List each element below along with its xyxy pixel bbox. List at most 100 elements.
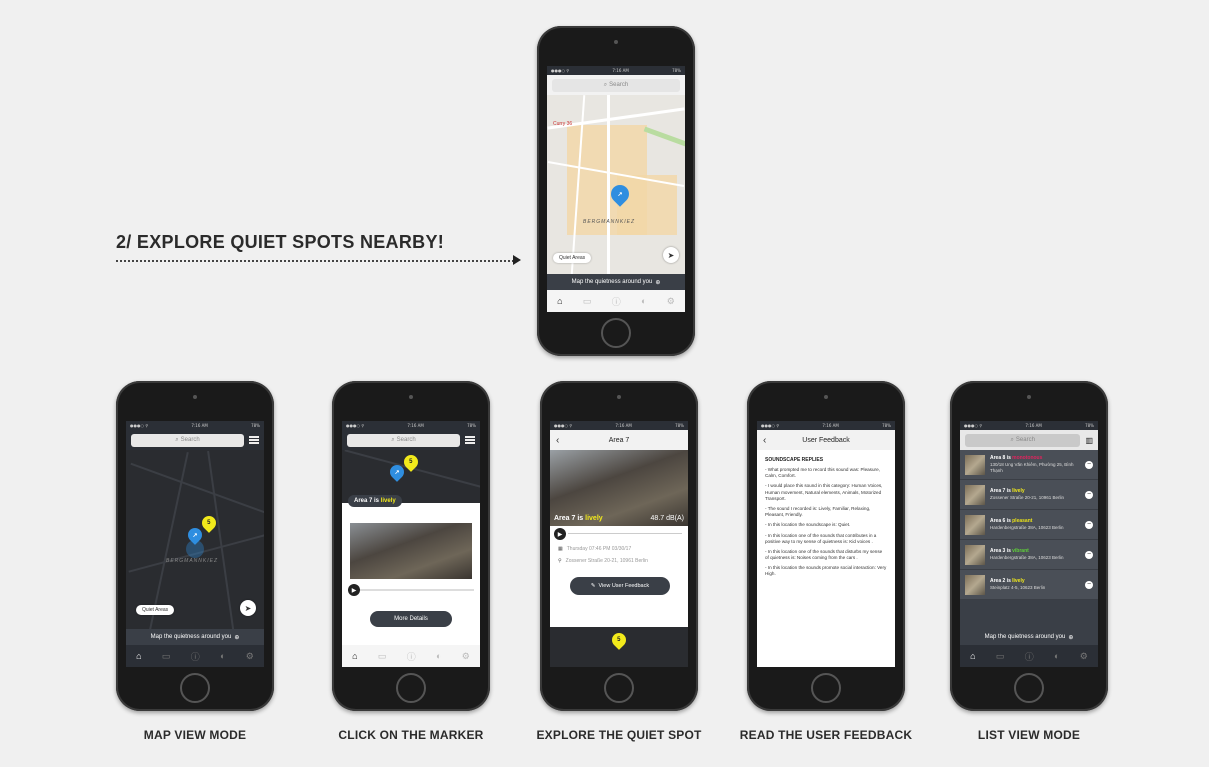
phone-home-button [396,673,426,703]
info-icon[interactable]: ⓘ [612,295,621,308]
feedback-line: - The sound I recorded is: Lively, Famil… [765,505,871,518]
section-headline: 2/ EXPLORE QUIET SPOTS NEARBY! [116,232,445,252]
map-marker-yellow[interactable]: 5 [609,630,629,650]
back-icon[interactable]: ‹ [763,435,766,446]
home-icon[interactable]: ⌂ [557,296,562,306]
remove-icon[interactable]: − [1085,460,1093,469]
info-icon[interactable]: ⓘ [1025,650,1034,663]
settings-icon[interactable]: ⚙ [462,651,470,662]
list-item-text: Area 3 is vibrant Hardenbergstraße 38A, 1… [990,548,1064,560]
tab-bar: ⌂ ▭ ⓘ ◐ ⚙ [126,645,264,667]
back-icon[interactable]: ‹ [556,435,559,446]
settings-icon[interactable]: ⚙ [667,296,675,307]
phone-top-map: ●●●○ ⚲ 7:16 AM 78% ⌕ Search Curry 36 BERGMA… [537,26,695,356]
remove-icon[interactable]: − [1085,520,1093,529]
area-thumbnail [965,574,985,595]
search-input[interactable]: ⌕ Search [347,433,460,447]
search-icon: ⌕ [175,436,179,443]
map-area[interactable]: BERGMANNKIEZ 5 ↗ Quiet Areas ➤ [126,450,264,629]
settings-icon[interactable]: ⚙ [246,651,254,662]
quiet-areas-button[interactable]: Quiet Areas [553,253,592,263]
remove-icon[interactable]: − [1085,550,1093,559]
speech-icon[interactable]: ◐ [220,651,225,661]
tab-bar: ⌂ ▭ ⓘ ◐ ⚙ [547,290,685,312]
phone-map-view: ●●●○ ⚲ 7:16 AM 78% ⌕ Search BERGMANNKIEZ 5 … [116,381,274,711]
page-title: User Feedback [802,436,850,444]
add-circle-icon: ⊕ [1068,634,1074,641]
search-icon: ⌕ [391,436,395,443]
map-quietness-bar[interactable]: Map the quietness around you ⊕ [960,629,1098,645]
map-quietness-bar[interactable]: Map the quietness around you ⊕ [126,629,264,645]
home-icon[interactable]: ⌂ [970,651,975,661]
search-input[interactable]: ⌕ Search [965,433,1081,447]
bus-icon[interactable]: ▭ [583,296,592,307]
feedback-line: - In this location the soundscape is: Qu… [765,522,851,528]
search-input[interactable]: ⌕ Search [131,433,244,447]
speech-icon[interactable]: ◐ [641,296,646,306]
arrow-head-icon [513,255,521,265]
bus-icon[interactable]: ▭ [996,651,1005,662]
list-item-text: Area 2 is lively Steinplatz 4-5, 10623 Be… [990,578,1046,590]
speech-icon[interactable]: ◐ [1054,651,1059,661]
phone-home-button [604,673,634,703]
decibel-value: 48.7 dB(A) [650,515,684,522]
area-thumbnail [965,544,985,565]
home-icon[interactable]: ⌂ [352,651,357,661]
remove-icon[interactable]: − [1085,490,1093,499]
play-icon[interactable]: ▶ [348,584,360,596]
map-area[interactable]: Curry 36 BERGMANNKIEZ ↗ Quiet Areas ➤ [547,95,685,274]
remove-icon[interactable]: − [1085,580,1093,589]
list-item[interactable]: Area 6 is pleasant Hardenbergstraße 38A, … [960,510,1098,540]
bus-icon[interactable]: ▭ [378,651,387,662]
list-icon[interactable] [249,436,259,444]
feedback-line: - In this location one of the sounds tha… [765,532,877,544]
caption-list-view: LIST VIEW MODE [977,728,1081,742]
screen-dark-map: ●●●○ ⚲ 7:16 AM 78% ⌕ Search BERGMANNKIEZ 5 … [126,421,264,667]
navigate-icon[interactable]: ➤ [663,247,679,263]
search-icon: ⌕ [603,81,608,88]
area-photo: Area 7 is lively 48.7 dB(A) [550,450,688,526]
poi-label: Curry 36 [553,121,573,127]
feedback-line: - In this location the sounds promote so… [765,565,887,577]
map-toggle-icon[interactable]: ▥ [1085,436,1093,445]
area-photo [350,523,472,579]
bus-icon[interactable]: ▭ [162,651,171,662]
info-icon[interactable]: ⓘ [191,650,200,663]
home-icon[interactable]: ⌂ [136,651,141,661]
view-feedback-button[interactable]: ✎ View User Feedback [570,577,670,595]
more-details-button[interactable]: More Details [370,611,452,627]
speech-icon[interactable]: ◐ [436,651,441,661]
phone-home-button [180,673,210,703]
map-quietness-bar[interactable]: Map the quietness around you ⊕ [547,274,685,290]
list-item-text: Area 7 is lively Zossener Straße 20-21, 1… [990,488,1065,500]
feedback-line: - In this location one of the sounds tha… [765,548,883,561]
mini-map[interactable]: 5 [550,627,688,667]
page-title: Area 7 [608,436,630,444]
list-item[interactable]: Area 2 is lively Steinplatz 4-5, 10623 Be… [960,570,1098,600]
list-item[interactable]: Area 3 is vibrant Hardenbergstraße 38A, 1… [960,540,1098,570]
caption-map-view: MAP VIEW MODE [143,728,247,742]
audio-player[interactable]: ▶ [550,526,688,540]
caption-explore-spot: EXPLORE THE QUIET SPOT [536,728,702,742]
phone-home-button [1014,673,1044,703]
dotted-connector [116,260,514,262]
marker-card[interactable]: Area 7 is lively ▶ More Details [342,495,480,645]
district-label: BERGMANNKIEZ [166,558,219,564]
search-input[interactable]: ⌕ Search [552,78,680,92]
presentation-canvas: 2/ EXPLORE QUIET SPOTS NEARBY! ●●●○ ⚲ 7:1… [10,6,1207,764]
info-icon[interactable]: ⓘ [407,650,416,663]
area-status-pill: Area 7 is lively [348,495,402,507]
caption-click-marker: CLICK ON THE MARKER [338,728,484,742]
navigate-icon[interactable]: ➤ [240,600,256,616]
screen-area-detail: ●●●○ ⚲ 7:16 AM 78% ‹ Area 7 Area 7 is live… [550,421,688,667]
quiet-areas-button[interactable]: Quiet Areas [136,605,175,615]
list-item[interactable]: Area 7 is lively Zossener Straße 20-21, 1… [960,480,1098,510]
district-label: BERGMANNKIEZ [583,219,636,225]
phone-home-button [601,318,631,348]
list-item[interactable]: Area 8 is monotonous 130/18 Ung Văn Khiêm… [960,450,1098,480]
search-icon: ⌕ [1010,436,1014,443]
settings-icon[interactable]: ⚙ [1080,651,1088,662]
play-icon[interactable]: ▶ [554,528,566,540]
caption-read-feedback: READ THE USER FEEDBACK [739,728,913,742]
list-icon[interactable] [465,436,475,444]
